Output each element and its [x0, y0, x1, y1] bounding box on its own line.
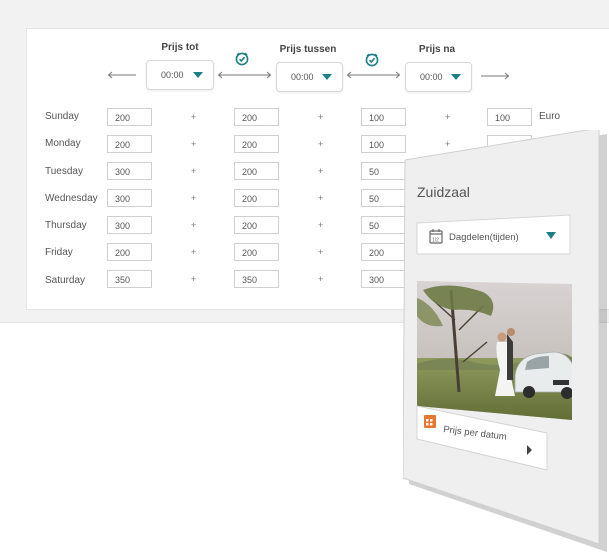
price-input[interactable]: 100: [361, 108, 406, 126]
plus-sign: +: [191, 166, 197, 176]
plus-sign: +: [445, 112, 451, 122]
day-label: Monday: [45, 138, 81, 149]
plus-sign: +: [318, 112, 324, 122]
plus-sign: +: [318, 139, 324, 149]
price-input[interactable]: 200: [234, 189, 279, 207]
price-input[interactable]: 300: [107, 189, 152, 207]
price-input[interactable]: 200: [361, 243, 406, 261]
header-prijs-tussen: Prijs tussen: [279, 44, 337, 55]
price-input[interactable]: 300: [361, 270, 406, 288]
day-label: Sunday: [45, 111, 79, 122]
price-input[interactable]: 50: [361, 189, 406, 207]
arrow-right-icon: [481, 72, 510, 80]
day-label: Wednesday: [45, 193, 98, 204]
chevron-down-icon: [322, 74, 332, 80]
venue-title: Zuidzaal: [417, 184, 470, 200]
double-arrow-icon: [217, 71, 272, 79]
time-select-prijs-tot[interactable]: 00:00: [146, 60, 214, 90]
price-input[interactable]: 300: [107, 216, 152, 234]
price-input[interactable]: 200: [107, 108, 152, 126]
plus-sign: +: [318, 166, 324, 176]
plus-sign: +: [191, 274, 197, 284]
plus-sign: +: [318, 247, 324, 257]
price-input[interactable]: 50: [361, 216, 406, 234]
price-input[interactable]: 200: [234, 135, 279, 153]
price-input[interactable]: 200: [234, 243, 279, 261]
plus-sign: +: [191, 220, 197, 230]
arrow-left-icon: [107, 71, 136, 79]
dropdown-label: Dagdelen(tijden): [449, 232, 519, 243]
plus-sign: +: [191, 193, 197, 203]
day-label: Tuesday: [45, 166, 83, 177]
clock-check-icon: [235, 52, 249, 66]
time-select-value: 00:00: [291, 72, 314, 82]
price-input[interactable]: 350: [234, 270, 279, 288]
day-label: Thursday: [45, 220, 87, 231]
header-prijs-na: Prijs na: [418, 44, 456, 55]
time-select-prijs-tussen[interactable]: 00:00: [276, 62, 343, 92]
svg-text:1/2: 1/2: [432, 238, 439, 244]
calendar-icon: [424, 415, 436, 428]
price-input[interactable]: 200: [234, 108, 279, 126]
price-input[interactable]: 100: [361, 135, 406, 153]
day-label: Friday: [45, 247, 73, 258]
time-select-value: 00:00: [420, 72, 443, 82]
plus-sign: +: [191, 247, 197, 257]
price-input[interactable]: 50: [361, 162, 406, 180]
price-input[interactable]: 200: [234, 216, 279, 234]
clock-check-icon: [365, 53, 379, 67]
venue-photo: [417, 281, 572, 420]
price-input[interactable]: 300: [107, 162, 152, 180]
time-select-prijs-na[interactable]: 00:00: [405, 62, 472, 92]
price-input[interactable]: 200: [107, 243, 152, 261]
plus-sign: +: [318, 193, 324, 203]
venue-panel: Zuidzaal 1/2 Dagdelen(tijden) Prijs per …: [403, 130, 607, 552]
chevron-down-icon: [193, 72, 203, 78]
currency-label: Euro: [539, 111, 561, 122]
price-input[interactable]: 100: [487, 108, 532, 126]
header-prijs-tot: Prijs tot: [161, 42, 199, 53]
chevron-down-icon: [451, 74, 461, 80]
price-input[interactable]: 200: [107, 135, 152, 153]
plus-sign: +: [191, 139, 197, 149]
price-input[interactable]: 200: [234, 162, 279, 180]
price-input[interactable]: 350: [107, 270, 152, 288]
plus-sign: +: [318, 220, 324, 230]
plus-sign: +: [318, 274, 324, 284]
plus-sign: +: [191, 112, 197, 122]
day-label: Saturday: [45, 275, 86, 286]
double-arrow-icon: [346, 71, 401, 79]
time-select-value: 00:00: [161, 70, 184, 80]
